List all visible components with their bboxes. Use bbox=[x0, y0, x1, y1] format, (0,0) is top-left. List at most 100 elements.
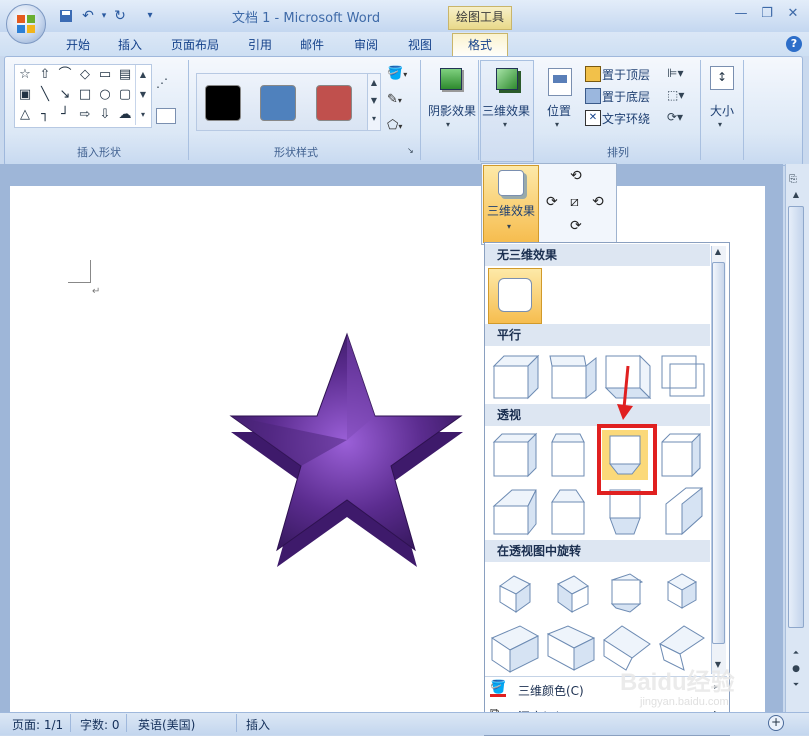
shadow-dropdown-icon[interactable]: ▾ bbox=[446, 120, 450, 129]
tab-page-layout[interactable]: 页面布局 bbox=[162, 36, 228, 56]
toggle-3d-icon[interactable]: ⧄ bbox=[570, 194, 579, 210]
prev-page-icon[interactable]: ⏶ bbox=[789, 648, 803, 658]
right-arrow-shape-icon[interactable]: ⇨ bbox=[77, 107, 93, 123]
help-icon[interactable]: ? bbox=[786, 36, 802, 52]
shape-outline-icon[interactable]: ✎▾ bbox=[387, 92, 413, 110]
rotate-option-6[interactable] bbox=[546, 625, 596, 671]
rotate-option-1[interactable] bbox=[499, 575, 531, 613]
edit-shape-icon[interactable]: ⋰ bbox=[156, 76, 176, 92]
shadow-effect-button[interactable]: 阴影效果 bbox=[426, 102, 478, 119]
bring-front-button[interactable]: 置于顶层 bbox=[602, 66, 650, 83]
elbow-connector-shape-icon[interactable]: ┐ bbox=[37, 107, 53, 123]
tab-mailings[interactable]: 邮件 bbox=[292, 36, 332, 56]
position-button[interactable]: 位置 bbox=[542, 102, 576, 119]
minimize-icon[interactable]: — bbox=[730, 6, 752, 22]
picture-shape-icon[interactable]: ▣ bbox=[17, 87, 33, 103]
position-dropdown-icon[interactable]: ▾ bbox=[555, 120, 559, 129]
scroll-up-icon[interactable]: ▲ bbox=[789, 190, 803, 202]
undo-icon[interactable]: ↶ bbox=[80, 8, 96, 24]
style-swatch-red[interactable] bbox=[316, 85, 352, 121]
perspective-option-2[interactable] bbox=[551, 433, 585, 477]
rectangle-shape-icon[interactable]: □ bbox=[77, 87, 93, 103]
rotate-option-2[interactable] bbox=[557, 575, 589, 613]
star-shape[interactable] bbox=[225, 330, 470, 570]
office-button[interactable] bbox=[6, 4, 46, 44]
textbox-icon[interactable] bbox=[156, 108, 176, 124]
arrow-line-shape-icon[interactable]: ↘ bbox=[57, 87, 73, 103]
star-shape-icon[interactable]: ☆ bbox=[17, 67, 33, 83]
group-objects-icon[interactable]: ⬚▾ bbox=[667, 88, 684, 102]
restore-icon[interactable]: ❐ bbox=[756, 6, 778, 22]
tab-view[interactable]: 视图 bbox=[400, 36, 440, 56]
text-wrap-button[interactable]: 文字环绕 bbox=[602, 110, 650, 127]
customize-toolbar-icon[interactable]: ▾ bbox=[142, 8, 158, 24]
redo-icon[interactable]: ↻ bbox=[112, 8, 128, 24]
style-swatch-blue[interactable] bbox=[260, 85, 296, 121]
scroll-thumb[interactable] bbox=[788, 206, 804, 628]
rounded-rect-shape-icon[interactable]: ▢ bbox=[117, 87, 133, 103]
perspective-option-4[interactable] bbox=[661, 432, 701, 478]
parallel-option-2[interactable] bbox=[549, 355, 597, 400]
tab-references[interactable]: 引用 bbox=[240, 36, 280, 56]
line-shape-icon[interactable]: ╲ bbox=[37, 87, 53, 103]
arrow-up-shape-icon[interactable]: ⇧ bbox=[37, 67, 53, 83]
status-page[interactable]: 页面: 1/1 bbox=[12, 716, 63, 733]
threed-effect-button[interactable]: 三维效果 bbox=[480, 102, 532, 119]
arc-shape-icon[interactable]: ⌒ bbox=[57, 67, 73, 83]
perspective-option-1[interactable] bbox=[492, 432, 538, 478]
parallel-option-1[interactable] bbox=[492, 354, 540, 400]
gallery-scroll-up-icon[interactable]: ▲ bbox=[712, 247, 724, 256]
gallery-scroll-thumb[interactable] bbox=[712, 262, 725, 644]
undo-dropdown-icon[interactable]: ▾ bbox=[96, 8, 112, 24]
align-icon[interactable]: ⊫▾ bbox=[667, 66, 683, 80]
perspective-option-5[interactable] bbox=[492, 489, 537, 536]
status-words[interactable]: 字数: 0 bbox=[80, 716, 120, 733]
tab-review[interactable]: 审阅 bbox=[346, 36, 386, 56]
diamond-shape-icon[interactable]: ◇ bbox=[77, 67, 93, 83]
rotate-option-5[interactable] bbox=[490, 625, 540, 673]
size-button[interactable]: 大小 bbox=[706, 102, 738, 119]
tilt-left-icon[interactable]: ⟳ bbox=[546, 194, 558, 210]
callout-shape-icon[interactable]: ▭ bbox=[97, 67, 113, 83]
dialog-launcher-icon[interactable]: ↘ bbox=[407, 146, 416, 155]
rotate-option-4[interactable] bbox=[666, 573, 698, 609]
tilt-up-icon[interactable]: ⟲ bbox=[570, 168, 582, 184]
status-language[interactable]: 英语(美国) bbox=[138, 716, 195, 733]
perspective-option-7[interactable] bbox=[609, 489, 641, 535]
selection-highlight bbox=[597, 424, 657, 495]
perspective-option-6[interactable] bbox=[551, 489, 585, 535]
text-wrap-icon: ✕ bbox=[585, 110, 601, 126]
size-dropdown-icon[interactable]: ▾ bbox=[718, 120, 722, 129]
textbox-shape-icon[interactable]: ▤ bbox=[117, 67, 133, 83]
no-3d-icon bbox=[498, 278, 532, 312]
send-back-button[interactable]: 置于底层 bbox=[602, 88, 650, 105]
style-gallery-scroll[interactable]: ▲ ▼ ▾ bbox=[367, 73, 381, 131]
triangle-shape-icon[interactable]: △ bbox=[17, 107, 33, 123]
elbow-arrow-shape-icon[interactable]: ┘ bbox=[57, 107, 73, 123]
change-shape-icon[interactable]: ⬠▾ bbox=[387, 118, 413, 136]
rotate-option-3[interactable] bbox=[610, 573, 644, 613]
perspective-option-8[interactable] bbox=[665, 486, 703, 536]
close-icon[interactable]: ✕ bbox=[782, 6, 804, 22]
ruler-toggle-icon[interactable]: ⎘ bbox=[789, 174, 803, 186]
tilt-down-icon[interactable]: ⟳ bbox=[570, 218, 582, 234]
zoom-in-icon[interactable]: + bbox=[768, 715, 784, 731]
save-icon[interactable] bbox=[58, 8, 74, 24]
tab-insert[interactable]: 插入 bbox=[110, 36, 150, 56]
select-browse-icon[interactable]: ● bbox=[789, 664, 803, 674]
threed-dropdown-icon[interactable]: ▾ bbox=[503, 120, 507, 129]
oval-shape-icon[interactable]: ○ bbox=[97, 87, 113, 103]
parallel-option-4[interactable] bbox=[661, 355, 705, 397]
style-swatch-black[interactable] bbox=[205, 85, 241, 121]
shape-fill-icon[interactable]: 🪣▾ bbox=[387, 66, 413, 84]
tab-home[interactable]: 开始 bbox=[58, 36, 98, 56]
shapes-gallery-scroll[interactable]: ▲ ▼ ▾ bbox=[135, 65, 150, 125]
tilt-right-icon[interactable]: ⟲ bbox=[592, 194, 604, 210]
cloud-shape-icon[interactable]: ☁ bbox=[117, 107, 133, 123]
rotate-icon[interactable]: ⟳▾ bbox=[667, 110, 683, 124]
down-arrow-shape-icon[interactable]: ⇩ bbox=[97, 107, 113, 123]
tab-format[interactable]: 格式 bbox=[452, 33, 508, 58]
status-insert-mode[interactable]: 插入 bbox=[246, 716, 270, 733]
threed-color-menu-item[interactable]: 三维颜色(C) bbox=[518, 682, 584, 699]
next-page-icon[interactable]: ⏷ bbox=[789, 680, 803, 690]
